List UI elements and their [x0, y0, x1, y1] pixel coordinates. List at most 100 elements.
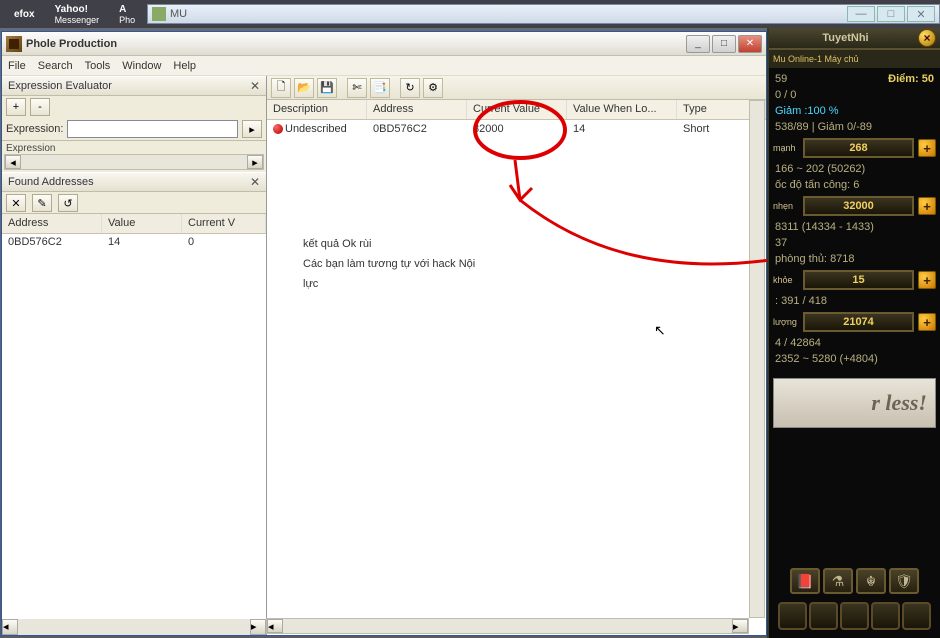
browser-tab-yahoo[interactable]: Yahoo! Messenger [45, 2, 110, 26]
phole-close-button[interactable]: ✕ [738, 35, 762, 53]
menu-tools[interactable]: Tools [85, 60, 111, 72]
stat-agility-row: nhẹn 32000 + [773, 196, 936, 216]
stat-energy-row: lượng 21074 + [773, 312, 936, 332]
browser-tab-firefox[interactable]: efox [4, 2, 45, 26]
scroll-left-icon[interactable]: ◂ [5, 155, 21, 169]
col-address[interactable]: Address [2, 214, 102, 233]
stat-label: mạnh [773, 143, 799, 153]
cell-current-value: 0 [182, 234, 266, 252]
col-value-when-locked[interactable]: Value When Lo... [567, 100, 677, 119]
reduce-label: Giảm :100 % [775, 105, 839, 117]
found-tool-3[interactable]: ↺ [58, 194, 78, 212]
scroll-right-icon[interactable]: ▸ [732, 619, 748, 633]
game-panel-close-button[interactable]: × [918, 29, 936, 47]
add-expression-button[interactable]: + [6, 98, 26, 116]
menu-search[interactable]: Search [38, 60, 73, 72]
settings-button[interactable]: ⚙ [423, 78, 443, 98]
expression-col-header: Expression [6, 143, 262, 154]
attack-speed-value: ốc độ tấn công: 6 [775, 179, 859, 191]
found-tool-1[interactable]: ✕ [6, 194, 26, 212]
expression-hscroll[interactable]: ◂ ▸ [4, 154, 264, 170]
found-addresses-table: Address Value Current V 0BD576C2 14 0 [2, 214, 266, 619]
mu-minimize-button[interactable]: — [847, 6, 875, 22]
pane-title: Expression Evaluator [8, 80, 112, 92]
copy-button[interactable]: 📑 [370, 78, 390, 98]
annotation-text: kết quả Ok rùi Các bạn làm tương tự với … [303, 234, 475, 294]
book-icon[interactable]: 📕 [790, 568, 820, 594]
found-hscroll[interactable]: ◂ ▸ [2, 619, 266, 635]
col-address[interactable]: Address [367, 100, 467, 119]
tab-label: Yahoo! [55, 4, 100, 15]
tab-label: efox [14, 9, 35, 20]
refresh-button[interactable]: ↻ [400, 78, 420, 98]
lock-dot-icon [273, 124, 283, 134]
mu-window-titlebar: MU — □ ✕ [147, 4, 940, 24]
slot-button[interactable] [809, 602, 838, 630]
left-pane: Expression Evaluator ✕ + - Expression: ▸… [2, 76, 267, 635]
col-current-value[interactable]: Current Value [467, 100, 567, 119]
mu-title: MU [170, 8, 845, 20]
phole-title-text: Phole Production [26, 38, 686, 50]
shield-icon[interactable]: 🛡 [889, 568, 919, 594]
mu-app-icon [152, 7, 166, 21]
phole-window: Phole Production _ □ ✕ File Search Tools… [1, 31, 767, 636]
main-hscroll[interactable]: ◂ ▸ [266, 618, 749, 634]
server-label: Mu Online-1 Máy chủ [769, 50, 940, 68]
stat-vitality-plus-button[interactable]: + [918, 271, 936, 289]
stat-strength-value: 268 [803, 138, 914, 158]
menu-file[interactable]: File [8, 60, 26, 72]
slot-button[interactable] [840, 602, 869, 630]
menu-window[interactable]: Window [122, 60, 161, 72]
stat-agility-plus-button[interactable]: + [918, 197, 936, 215]
new-button[interactable]: 🗋 [271, 78, 291, 98]
quest-icon[interactable]: ☬ [856, 568, 886, 594]
scroll-left-icon[interactable]: ◂ [2, 619, 18, 635]
phole-maximize-button[interactable]: □ [712, 35, 736, 53]
found-tool-2[interactable]: ✎ [32, 194, 52, 212]
cell-value: 14 [102, 234, 182, 252]
main-pane: 🗋 📂 💾 ✄ 📑 ↻ ⚙ Description Address Curren… [267, 76, 766, 635]
level-label: 59 [775, 73, 787, 85]
cut-button[interactable]: ✄ [347, 78, 367, 98]
stat-label: lượng [773, 317, 799, 327]
remove-expression-button[interactable]: - [30, 98, 50, 116]
main-table-header: Description Address Current Value Value … [267, 100, 766, 120]
mu-maximize-button[interactable]: □ [877, 6, 905, 22]
mana-value: 4 / 42864 [775, 337, 821, 349]
slot-button[interactable] [778, 602, 807, 630]
open-button[interactable]: 📂 [294, 78, 314, 98]
phole-minimize-button[interactable]: _ [686, 35, 710, 53]
expression-input[interactable] [67, 120, 238, 138]
menu-help[interactable]: Help [173, 60, 196, 72]
potion-icon[interactable]: ⚗ [823, 568, 853, 594]
slot-button[interactable] [871, 602, 900, 630]
mu-close-button[interactable]: ✕ [907, 6, 935, 22]
stat-vitality-row: khỏe 15 + [773, 270, 936, 290]
col-description[interactable]: Description [267, 100, 367, 119]
expression-evaluator-header: Expression Evaluator ✕ [2, 76, 266, 96]
save-button[interactable]: 💾 [317, 78, 337, 98]
evaluate-button[interactable]: ▸ [242, 120, 262, 138]
found-tools: ✕ ✎ ↺ [2, 192, 266, 214]
table-row[interactable]: 0BD576C2 14 0 [2, 234, 266, 252]
table-row[interactable]: Undescribed 0BD576C2 32000 14 Short [267, 120, 766, 138]
stat-strength-plus-button[interactable]: + [918, 139, 936, 157]
col-current-value[interactable]: Current V [182, 214, 266, 233]
scroll-left-icon[interactable]: ◂ [267, 619, 283, 633]
menubar: File Search Tools Window Help [2, 56, 766, 76]
game-action-icons: 📕 ⚗ ☬ 🛡 [773, 562, 936, 600]
main-vscroll[interactable] [749, 100, 765, 618]
stat-label: nhẹn [773, 201, 799, 211]
col-value[interactable]: Value [102, 214, 182, 233]
browser-tab-photo[interactable]: A Pho [109, 2, 145, 26]
close-pane-icon[interactable]: ✕ [250, 79, 260, 93]
stat-label: khỏe [773, 275, 799, 285]
cursor-icon: ↖ [654, 322, 666, 339]
slot-button[interactable] [902, 602, 931, 630]
close-pane-icon[interactable]: ✕ [250, 175, 260, 189]
stat-energy-plus-button[interactable]: + [918, 313, 936, 331]
ad-banner[interactable]: r less! [773, 378, 936, 428]
scroll-right-icon[interactable]: ▸ [247, 155, 263, 169]
scroll-right-icon[interactable]: ▸ [250, 619, 266, 635]
exp-value: 0 / 0 [775, 89, 796, 101]
